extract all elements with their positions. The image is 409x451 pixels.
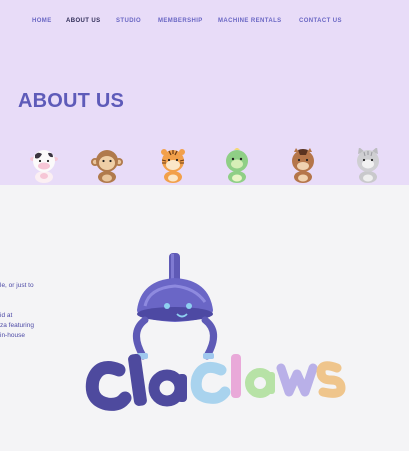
claclaws-logo-art xyxy=(85,253,346,411)
about-text-line: id at xyxy=(0,312,13,319)
nav-studio-link[interactable]: STUDIO xyxy=(116,18,141,24)
dragon-figurine-icon xyxy=(226,148,248,183)
cow-figurine-icon xyxy=(30,150,58,183)
hero-banner: HOME ABOUT US STUDIO MEMBERSHIP MACHINE … xyxy=(0,0,409,185)
nav-contact-us-link[interactable]: CONTACT US xyxy=(299,18,342,24)
page-title: ABOUT US xyxy=(18,90,125,112)
nav-machine-rentals-link[interactable]: MACHINE RENTALS xyxy=(218,18,282,24)
about-text-line: le, or just to xyxy=(0,282,34,289)
nav-about-us-link[interactable]: ABOUT US xyxy=(66,18,101,24)
cat-figurine-icon xyxy=(357,148,379,183)
about-text-line: in-house xyxy=(0,332,25,339)
nav-home-link[interactable]: HOME xyxy=(32,18,52,24)
nav-membership-link[interactable]: MEMBERSHIP xyxy=(158,18,203,24)
main-nav: HOME ABOUT US STUDIO MEMBERSHIP MACHINE … xyxy=(0,18,409,28)
horse-figurine-icon xyxy=(292,148,314,183)
about-text-line: za featuring xyxy=(0,322,34,329)
tiger-figurine-icon xyxy=(161,149,185,183)
monkey-figurine-icon xyxy=(91,150,123,183)
